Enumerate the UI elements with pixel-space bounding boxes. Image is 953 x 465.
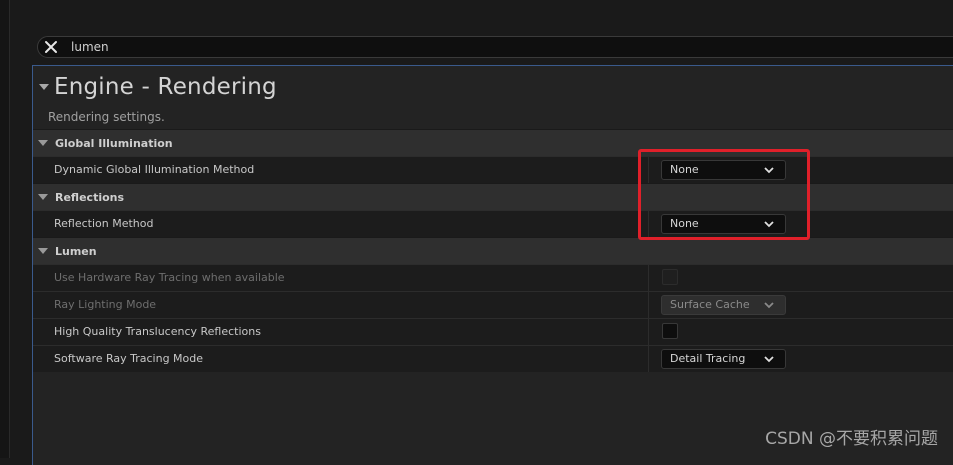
property-label: High Quality Translucency Reflections (54, 325, 261, 338)
reflection-method-dropdown[interactable]: None (661, 214, 786, 234)
property-row-hw-ray-tracing: Use Hardware Ray Tracing when available (33, 264, 953, 291)
column-splitter[interactable] (648, 319, 649, 345)
ray-lighting-mode-dropdown[interactable]: Surface Cache (661, 295, 786, 315)
collapse-triangle-icon[interactable] (39, 84, 49, 90)
column-splitter[interactable] (648, 157, 649, 183)
chevron-down-icon (764, 302, 774, 309)
hq-translucency-reflections-checkbox[interactable] (662, 323, 678, 339)
property-row-reflection-method: Reflection Method None (33, 210, 953, 237)
left-panel-edge (0, 0, 10, 458)
property-label: Ray Lighting Mode (54, 298, 157, 311)
property-table: Global Illumination Dynamic Global Illum… (33, 129, 953, 372)
category-lumen[interactable]: Lumen (33, 237, 953, 264)
section-subtitle: Rendering settings. (48, 110, 165, 124)
column-splitter[interactable] (648, 292, 649, 318)
property-row-ray-lighting-mode: Ray Lighting Mode Surface Cache (33, 291, 953, 318)
collapse-triangle-icon[interactable] (38, 194, 48, 200)
dropdown-value: None (670, 217, 699, 230)
collapse-triangle-icon[interactable] (38, 248, 48, 254)
hw-ray-tracing-checkbox[interactable] (662, 269, 678, 285)
dropdown-value: Detail Tracing (670, 352, 746, 365)
column-splitter[interactable] (648, 346, 649, 372)
chevron-down-icon (764, 221, 774, 228)
section-title: Engine - Rendering (54, 74, 277, 100)
close-icon[interactable] (42, 38, 60, 56)
category-label: Global Illumination (55, 136, 173, 150)
category-label: Reflections (55, 190, 125, 204)
property-row-sw-ray-tracing-mode: Software Ray Tracing Mode Detail Tracing (33, 345, 953, 372)
chevron-down-icon (764, 356, 774, 363)
category-label: Lumen (55, 244, 97, 258)
property-label: Use Hardware Ray Tracing when available (54, 271, 285, 284)
property-label: Dynamic Global Illumination Method (54, 163, 255, 176)
dynamic-gi-method-dropdown[interactable]: None (661, 160, 786, 180)
collapse-triangle-icon[interactable] (38, 140, 48, 146)
section-header[interactable]: Engine - Rendering (33, 70, 277, 104)
property-label: Software Ray Tracing Mode (54, 352, 204, 365)
column-splitter[interactable] (648, 211, 649, 237)
category-global-illumination[interactable]: Global Illumination (33, 129, 953, 156)
chevron-down-icon (764, 167, 774, 174)
property-row-dynamic-gi-method: Dynamic Global Illumination Method None (33, 156, 953, 183)
property-row-hq-translucency-reflections: High Quality Translucency Reflections (33, 318, 953, 345)
property-label: Reflection Method (54, 217, 154, 230)
sw-ray-tracing-mode-dropdown[interactable]: Detail Tracing (661, 349, 786, 369)
search-bar[interactable]: lumen (37, 36, 953, 58)
column-splitter[interactable] (648, 265, 649, 291)
watermark: CSDN @不要积累问题 (765, 429, 938, 449)
search-input[interactable]: lumen (71, 39, 109, 55)
category-reflections[interactable]: Reflections (33, 183, 953, 210)
settings-panel: Engine - Rendering Rendering settings. G… (32, 65, 953, 465)
dropdown-value: None (670, 163, 699, 176)
dropdown-value: Surface Cache (670, 298, 750, 311)
